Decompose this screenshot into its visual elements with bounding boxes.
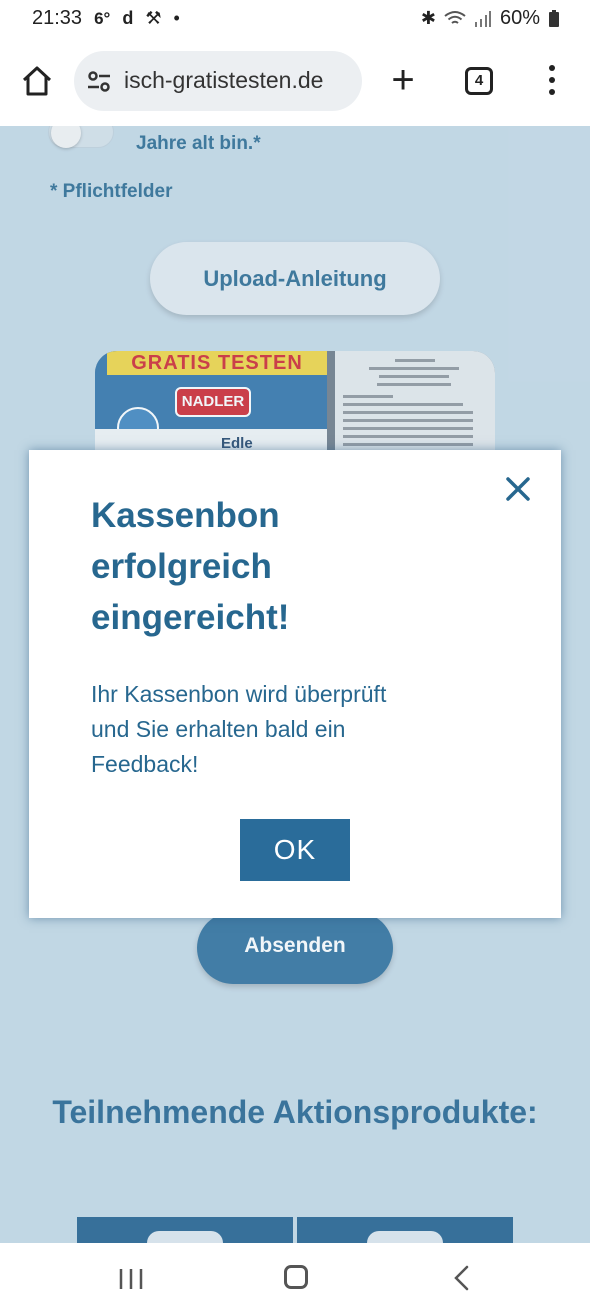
home-icon[interactable] bbox=[20, 64, 54, 98]
signal-icon bbox=[474, 10, 491, 27]
close-icon[interactable] bbox=[503, 474, 533, 504]
battery-icon bbox=[549, 9, 559, 27]
dialog-message-line: Ihr Kassenbon wird überprüft bbox=[91, 681, 387, 707]
address-bar[interactable]: isch-gratistesten.de bbox=[74, 51, 362, 111]
browser-toolbar: isch-gratistesten.de + 4 bbox=[0, 38, 590, 126]
back-icon[interactable] bbox=[452, 1265, 470, 1291]
tab-count: 4 bbox=[474, 72, 484, 89]
dialog-title-line: eingereicht! bbox=[91, 598, 290, 637]
tools-icon: ⚒ bbox=[145, 8, 162, 28]
d-icon: d bbox=[122, 8, 134, 28]
site-settings-icon[interactable] bbox=[86, 71, 112, 93]
status-bar: 21:33 6° d ⚒ • ✱ 60% bbox=[0, 0, 590, 38]
nav-home-icon[interactable] bbox=[284, 1265, 308, 1289]
dialog-title-line: Kassenbon bbox=[91, 496, 280, 535]
battery-level: 60% bbox=[499, 7, 540, 29]
success-dialog: Kassenbon erfolgreich eingereicht! Ihr K… bbox=[29, 450, 561, 918]
menu-icon[interactable] bbox=[542, 65, 562, 99]
recents-icon[interactable] bbox=[118, 1267, 144, 1291]
dot-icon: • bbox=[173, 8, 180, 28]
status-temperature: 6° bbox=[94, 8, 111, 28]
dialog-message-line: Feedback! bbox=[91, 751, 199, 777]
url-text: isch-gratistesten.de bbox=[124, 67, 324, 93]
dialog-title-line: erfolgreich bbox=[91, 547, 272, 586]
dialog-title: Kassenbon erfolgreich eingereicht! bbox=[91, 490, 491, 643]
system-nav-bar bbox=[0, 1243, 590, 1316]
ok-button[interactable]: OK bbox=[240, 819, 350, 881]
plus-icon[interactable]: + bbox=[386, 60, 420, 100]
dialog-message-line: und Sie erhalten bald ein bbox=[91, 716, 346, 742]
tabs-icon[interactable]: 4 bbox=[465, 67, 493, 95]
status-time: 21:33 bbox=[32, 7, 83, 29]
wifi-icon bbox=[444, 10, 466, 24]
bluetooth-icon: ✱ bbox=[420, 8, 436, 28]
dialog-message: Ihr Kassenbon wird überprüft und Sie erh… bbox=[91, 677, 511, 782]
